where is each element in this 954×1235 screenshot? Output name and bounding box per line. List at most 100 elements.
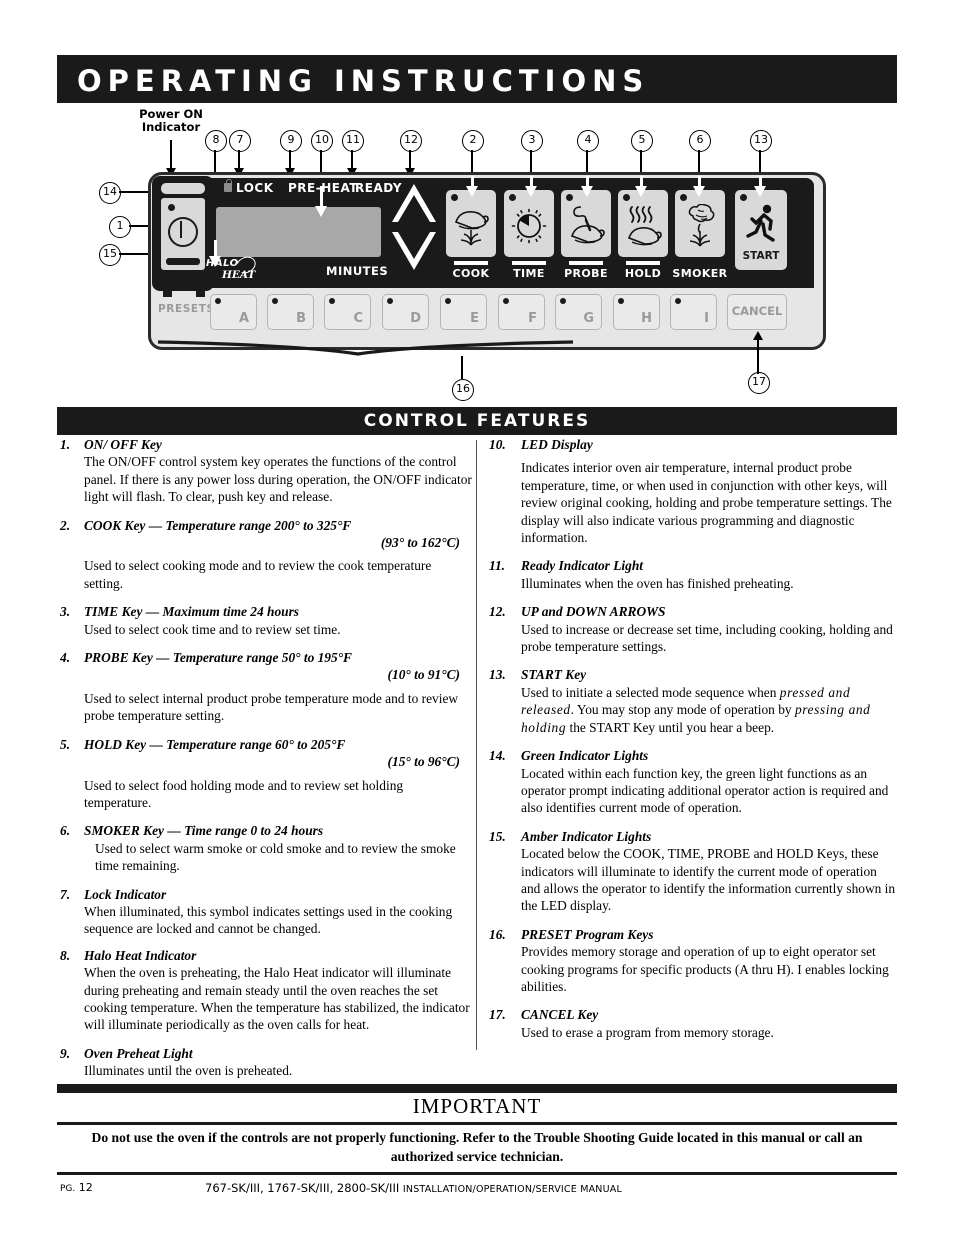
column-divider	[476, 440, 477, 1050]
preset-h-indicator-icon	[618, 298, 624, 304]
led-display	[216, 207, 381, 257]
control-features-bar: CONTROL FEATURES	[57, 407, 897, 435]
feature-17-number: 17.	[489, 1007, 506, 1023]
feature-4-metric-range: (10° to 91°C)	[387, 667, 460, 683]
presets-label: PRESETS	[158, 303, 215, 315]
preset-key-i[interactable]: I	[670, 294, 717, 330]
important-rule-middle	[57, 1122, 897, 1125]
feature-1-number: 1.	[60, 437, 71, 452]
feature-item-17: 17. CANCEL Key Used to erase a program f…	[489, 1006, 899, 1041]
callout-13: 13	[750, 130, 772, 152]
preset-key-g[interactable]: G	[555, 294, 602, 330]
cancel-key[interactable]: CANCEL	[727, 294, 787, 330]
feature-item-11: 11. Ready Indicator Light Illuminates wh…	[489, 557, 899, 592]
control-features-title: CONTROL FEATURES	[363, 411, 591, 431]
arrow-8-white	[209, 256, 221, 267]
feature-10-heading: LED Display	[521, 437, 593, 452]
feature-5-number: 5.	[60, 736, 71, 752]
feature-12-heading: UP and DOWN ARROWS	[521, 604, 666, 620]
feature-13-heading: START Key	[521, 667, 587, 683]
preset-key-f[interactable]: F	[498, 294, 545, 330]
power-housing-top-slot	[161, 183, 205, 194]
smoker-key-label: SMOKER	[672, 267, 728, 280]
feature-2-number: 2.	[60, 517, 71, 533]
feature-5-heading: HOLD Key — Temperature range 60° to 205°…	[84, 736, 346, 752]
callout-15: 15	[99, 244, 121, 266]
manual-footer: 767-SK/III, 1767-SK/III, 2800-SK/III INS…	[205, 1181, 622, 1195]
feature-2-heading: COOK Key — Temperature range 200° to 325…	[84, 517, 352, 533]
feature-10-body: Indicates interior oven air temperature,…	[521, 460, 892, 546]
callout-3: 3	[521, 130, 543, 152]
cook-amber-indicator-icon	[454, 261, 488, 265]
hold-key[interactable]	[618, 190, 668, 257]
important-rule-top	[57, 1084, 897, 1093]
page-title: OPERATING INSTRUCTIONS	[77, 64, 650, 98]
feature-13-body-part2: . You may stop any mode of operation by	[570, 702, 795, 718]
feature-item-7: 7. Lock Indicator When illuminated, this…	[60, 886, 472, 938]
power-amber-indicator-icon	[166, 258, 200, 265]
callout-9: 9	[280, 130, 302, 152]
feature-15-heading: Amber Indicator Lights	[521, 828, 652, 844]
probe-green-indicator-icon	[566, 194, 573, 201]
feature-14-heading: Green Indicator Lights	[521, 748, 649, 764]
hold-amber-indicator-icon	[626, 261, 660, 265]
callout-11: 11	[342, 130, 364, 152]
features-column-left: 1. ON/ OFF Key The ON/OFF control system…	[60, 436, 472, 1091]
feature-16-heading: PRESET Program Keys	[521, 926, 654, 942]
lock-label: LOCK	[236, 181, 274, 195]
callout-4: 4	[577, 130, 599, 152]
callout-12: 12	[400, 130, 422, 152]
start-key-label: START	[742, 250, 780, 262]
feature-7-heading: Lock Indicator	[84, 886, 167, 902]
leader-16	[461, 356, 463, 379]
preset-key-c[interactable]: C	[324, 294, 371, 330]
feature-2-metric-range: (93° to 162°C)	[380, 535, 460, 551]
preset-key-a[interactable]: A	[210, 294, 257, 330]
feature-16-body: Provides memory storage and operation of…	[521, 944, 889, 994]
callout-16: 16	[452, 379, 474, 401]
preset-key-e[interactable]: E	[440, 294, 487, 330]
feature-3-number: 3.	[60, 604, 71, 620]
document-page: OPERATING INSTRUCTIONS Power ON Indicator…	[0, 0, 954, 1235]
feature-14-body: Located within each function key, the gr…	[521, 765, 889, 816]
preset-c-label: C	[353, 311, 363, 326]
preset-a-indicator-icon	[215, 298, 221, 304]
feature-9-body: Illuminates until the oven is preheated.	[84, 1063, 293, 1079]
feature-item-8: 8. Halo Heat Indicator When the oven is …	[60, 947, 472, 1034]
arrow-4-white	[581, 186, 593, 197]
smoke-over-flame-icon	[688, 204, 715, 247]
important-title: IMPORTANT	[412, 1094, 542, 1118]
feature-13-body-part3: the START Key until you hear a beep.	[566, 719, 775, 735]
heat-word: HEAT	[222, 269, 256, 281]
preset-g-label: G	[583, 311, 594, 326]
roast-with-heat-waves-icon	[627, 206, 662, 246]
callout-8: 8	[205, 130, 227, 152]
probe-key[interactable]	[561, 190, 611, 257]
preset-key-d[interactable]: D	[382, 294, 429, 330]
feature-7-body: When illuminated, this symbol indicates …	[84, 903, 453, 937]
up-arrow-key-inner	[398, 195, 430, 222]
feature-item-14: 14. Green Indicator Lights Located withi…	[489, 747, 899, 817]
arrow-3-white	[525, 186, 537, 197]
feature-13-body: Used to initiate a selected mode sequenc…	[521, 684, 899, 736]
cook-key[interactable]	[446, 190, 496, 257]
preset-i-indicator-icon	[675, 298, 681, 304]
feature-15-number: 15.	[489, 828, 506, 844]
important-text: Do not use the oven if the controls are …	[91, 1130, 863, 1164]
preset-key-b[interactable]: B	[267, 294, 314, 330]
power-symbol-icon	[168, 217, 198, 247]
time-amber-indicator-icon	[512, 261, 546, 265]
preset-key-h[interactable]: H	[613, 294, 660, 330]
smoker-key[interactable]	[675, 190, 725, 257]
page-number-footer: PG. 12	[60, 1181, 93, 1194]
time-key[interactable]	[504, 190, 554, 257]
callout-10: 10	[311, 130, 333, 152]
preset-c-indicator-icon	[329, 298, 335, 304]
feature-7-number: 7.	[60, 886, 71, 902]
feature-6-heading: SMOKER Key — Time range 0 to 24 hours	[84, 823, 324, 839]
feature-item-5: 5. HOLD Key — Temperature range 60° to 2…	[60, 736, 472, 812]
power-symbol-bar-icon	[180, 221, 183, 238]
cook-green-indicator-icon	[451, 194, 458, 201]
feature-13-number: 13.	[489, 667, 506, 683]
start-key[interactable]: START	[735, 190, 787, 270]
